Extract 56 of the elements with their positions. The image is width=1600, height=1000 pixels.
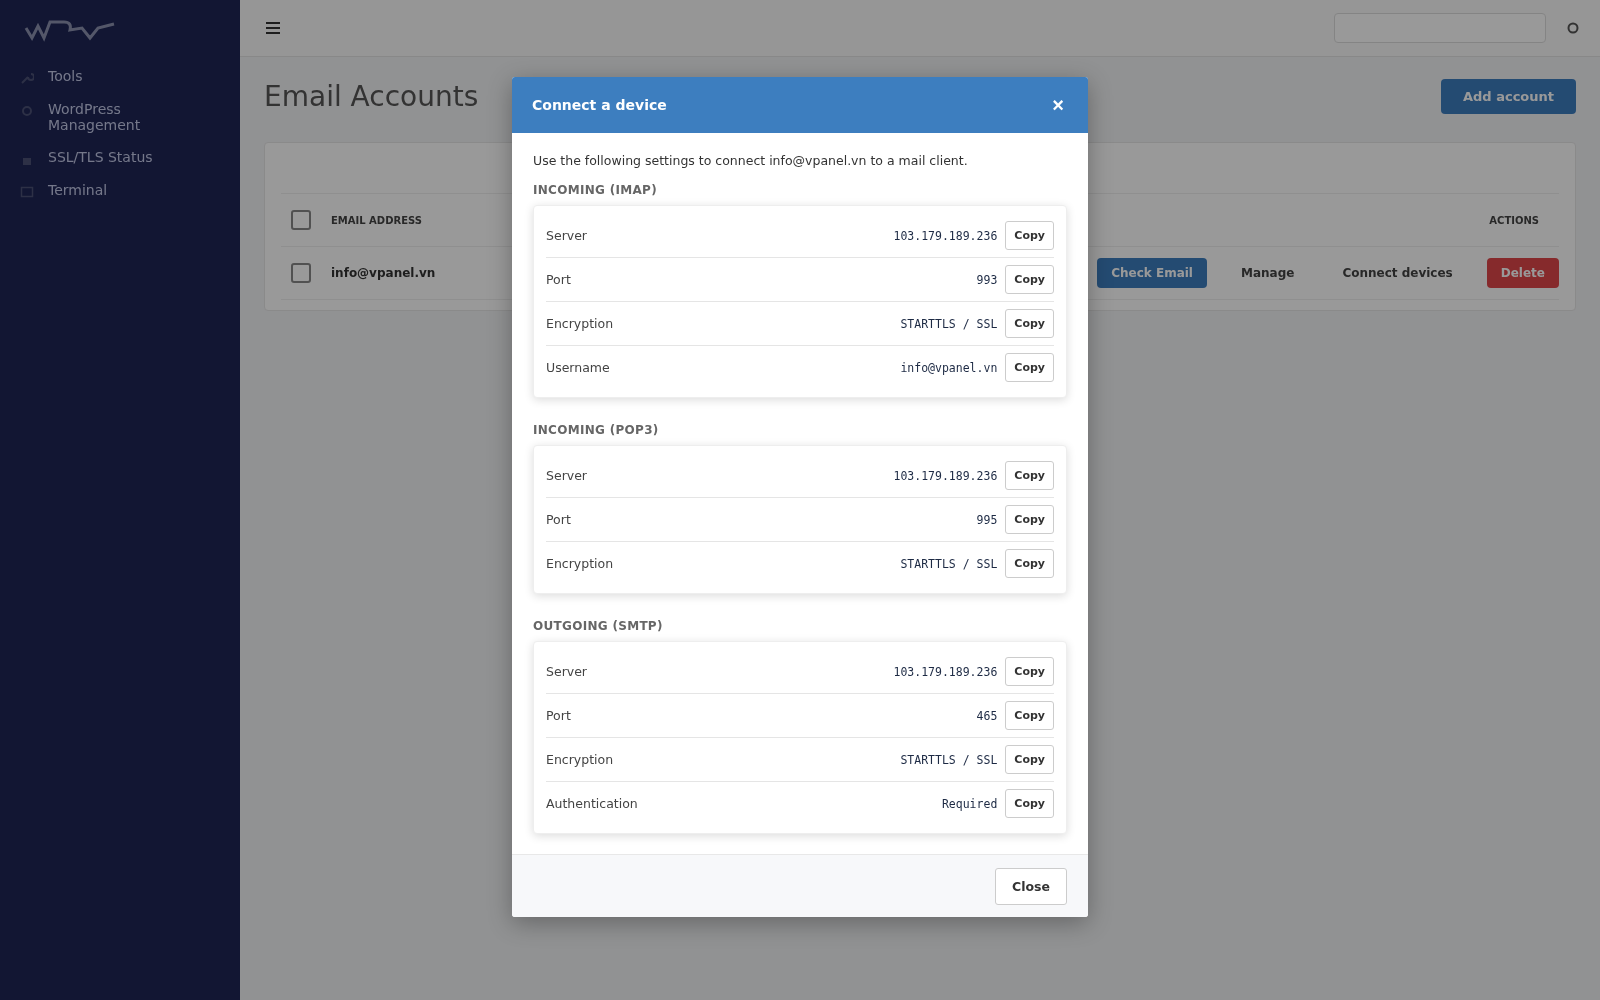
setting-value: 103.179.189.236 bbox=[893, 228, 998, 243]
copy-button[interactable]: Copy bbox=[1005, 309, 1054, 338]
setting-value: 995 bbox=[976, 512, 998, 527]
setting-value: 103.179.189.236 bbox=[893, 468, 998, 483]
setting-label: Port bbox=[546, 708, 572, 723]
sidebar-item[interactable]: WordPress Management bbox=[20, 101, 220, 133]
setting-label: Authentication bbox=[546, 796, 639, 811]
setting-value: Required bbox=[941, 796, 998, 811]
section-heading: INCOMING (POP3) bbox=[533, 423, 660, 437]
setting-label: Username bbox=[546, 360, 611, 375]
column-header: EMAIL ADDRESS bbox=[331, 214, 422, 226]
copy-button[interactable]: Copy bbox=[1005, 701, 1054, 730]
setting-label: Encryption bbox=[546, 316, 615, 331]
setting-value: STARTTLS / SSL bbox=[900, 556, 998, 571]
menu-icon[interactable] bbox=[266, 22, 280, 34]
terminal-icon bbox=[20, 185, 34, 199]
copy-button[interactable]: Copy bbox=[1005, 657, 1054, 686]
page-title: Email Accounts bbox=[264, 80, 479, 113]
setting-label: Encryption bbox=[546, 752, 615, 767]
wrench-icon bbox=[20, 71, 34, 85]
sidebar-item[interactable]: SSL/TLS Status bbox=[20, 149, 220, 166]
setting-label: Encryption bbox=[546, 556, 615, 571]
setting-label: Port bbox=[546, 272, 572, 287]
setting-value: info@vpanel.vn bbox=[900, 360, 998, 375]
copy-button[interactable]: Copy bbox=[1005, 353, 1054, 382]
checkbox[interactable] bbox=[291, 263, 311, 283]
email-address: info@vpanel.vn bbox=[331, 266, 436, 280]
setting-value: 103.179.189.236 bbox=[893, 664, 998, 679]
action-button[interactable]: Manage bbox=[1226, 258, 1309, 288]
action-button[interactable]: Connect devices bbox=[1328, 258, 1467, 288]
logo-icon bbox=[24, 18, 116, 42]
sidebar-item[interactable]: Terminal bbox=[20, 182, 220, 199]
section-heading: INCOMING (IMAP) bbox=[533, 183, 658, 197]
setting-label: Server bbox=[546, 468, 588, 483]
copy-button[interactable]: Copy bbox=[1005, 505, 1054, 534]
copy-button[interactable]: Copy bbox=[1005, 549, 1054, 578]
column-header: ACTIONS bbox=[1489, 214, 1539, 226]
copy-button[interactable]: Copy bbox=[1005, 461, 1054, 490]
checkbox[interactable] bbox=[291, 210, 311, 230]
copy-button[interactable]: Copy bbox=[1005, 789, 1054, 818]
copy-button[interactable]: Copy bbox=[1005, 265, 1054, 294]
setting-label: Server bbox=[546, 228, 588, 243]
sidebar-item[interactable]: Tools bbox=[20, 68, 220, 85]
setting-label: Server bbox=[546, 664, 588, 679]
intro-text: Use the following settings to connect info@vpanel.vn to a mail client. bbox=[533, 153, 969, 168]
setting-label: Port bbox=[546, 512, 572, 527]
copy-button[interactable]: Copy bbox=[1005, 221, 1054, 250]
setting-value: 993 bbox=[976, 272, 998, 287]
setting-value: STARTTLS / SSL bbox=[900, 752, 998, 767]
dialog-title: Connect a device bbox=[532, 97, 667, 113]
setting-value: STARTTLS / SSL bbox=[900, 316, 998, 331]
close-button[interactable]: × bbox=[1048, 95, 1068, 115]
setting-value: 465 bbox=[976, 708, 998, 723]
section-heading: OUTGOING (SMTP) bbox=[533, 619, 664, 633]
copy-button[interactable]: Copy bbox=[1005, 745, 1054, 774]
close-button[interactable]: Close bbox=[995, 867, 1067, 905]
